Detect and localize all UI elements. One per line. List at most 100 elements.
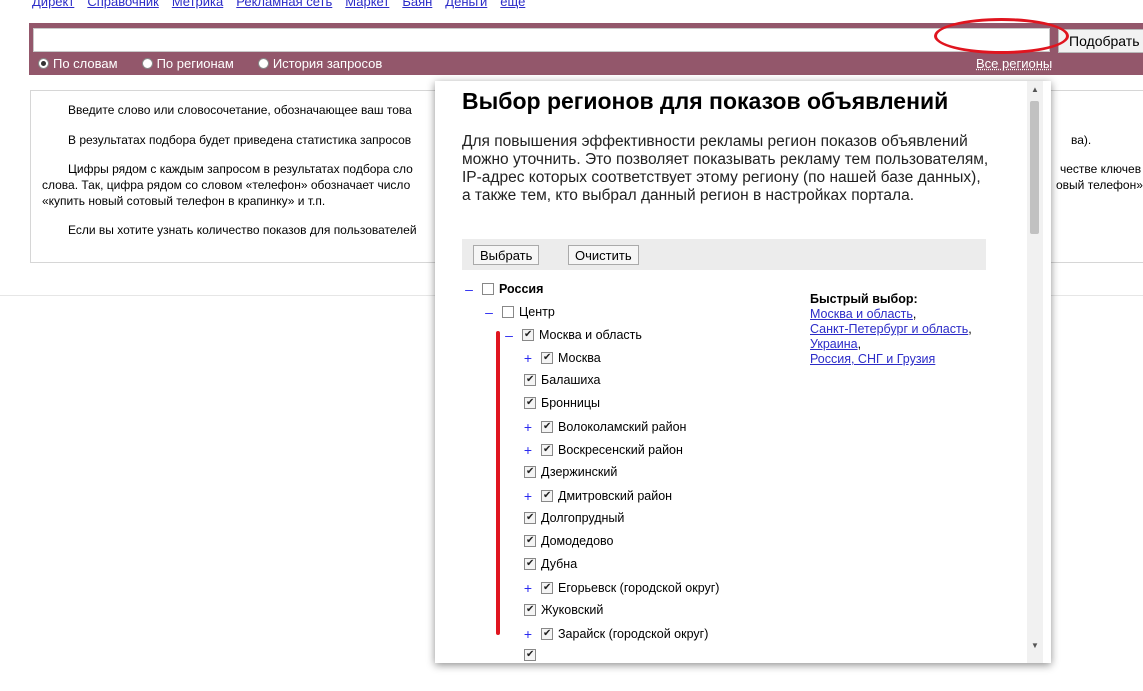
- modal-scrollbar[interactable]: ▲ ▼: [1027, 81, 1043, 663]
- search-input[interactable]: [33, 28, 1050, 52]
- region-checkbox[interactable]: [541, 490, 553, 502]
- region-label: Москва: [558, 351, 601, 365]
- intro-text: В результатах подбора будет приведена ст…: [68, 133, 412, 147]
- submit-button[interactable]: Подобрать: [1058, 29, 1143, 53]
- tree-node: Бронницы: [524, 396, 600, 410]
- region-label: Москва и область: [539, 328, 642, 342]
- region-checkbox[interactable]: [482, 283, 494, 295]
- tree-node: – Москва и область: [502, 327, 642, 343]
- region-label: Балашиха: [541, 373, 601, 387]
- modal-description: Для повышения эффективности рекламы реги…: [462, 133, 989, 204]
- nav-link[interactable]: Маркет: [345, 0, 389, 9]
- expand-icon[interactable]: +: [521, 442, 535, 458]
- quick-link-spb[interactable]: Санкт-Петербург и область: [810, 322, 968, 336]
- scroll-up-arrow-icon[interactable]: ▲: [1027, 85, 1043, 94]
- all-regions-link[interactable]: Все регионы: [976, 56, 1052, 71]
- region-checkbox[interactable]: [524, 374, 536, 386]
- highlight-bar: [496, 331, 500, 635]
- region-checkbox[interactable]: [524, 558, 536, 570]
- tree-node: Домодедово: [524, 534, 614, 548]
- tree-node: Дзержинский: [524, 465, 617, 479]
- radio-icon[interactable]: [38, 58, 49, 69]
- intro-text: честве ключев: [1060, 162, 1142, 176]
- tree-node: – Центр: [482, 304, 555, 320]
- region-label: Зарайск (городской округ): [558, 627, 709, 641]
- region-checkbox[interactable]: [541, 582, 553, 594]
- tree-node: + Воскресенский район: [521, 442, 683, 458]
- intro-text: Цифры рядом с каждым запросом в результа…: [68, 162, 413, 176]
- radio-icon[interactable]: [257, 58, 269, 69]
- quick-link-russia-cis[interactable]: Россия, СНГ и Грузия: [810, 352, 935, 366]
- tree-node: + Зарайск (городской округ): [521, 626, 708, 642]
- region-checkbox[interactable]: [541, 352, 553, 364]
- collapse-icon[interactable]: –: [502, 327, 516, 343]
- region-checkbox[interactable]: [541, 444, 553, 456]
- radio-icon[interactable]: [141, 58, 153, 69]
- nav-link[interactable]: Деньги: [445, 0, 487, 9]
- intro-text: Если вы хотите узнать количество показов…: [68, 223, 417, 237]
- tree-node: Дубна: [524, 557, 577, 571]
- tree-node: Долгопрудный: [524, 511, 624, 525]
- region-checkbox[interactable]: [524, 512, 536, 524]
- highlight-ellipse: [934, 18, 1069, 54]
- tree-node: + Егорьевск (городской округ): [521, 580, 720, 596]
- modal-toolbar: Выбрать Очистить: [462, 239, 986, 270]
- region-checkbox[interactable]: [524, 649, 536, 661]
- search-mode-radio[interactable]: История запросов: [257, 56, 382, 71]
- region-checkbox[interactable]: [524, 535, 536, 547]
- expand-icon[interactable]: +: [521, 580, 535, 596]
- region-checkbox[interactable]: [541, 421, 553, 433]
- region-checkbox[interactable]: [541, 628, 553, 640]
- tree-node: + Дмитровский район: [521, 488, 672, 504]
- region-label: Егорьевск (городской округ): [558, 581, 720, 595]
- collapse-icon[interactable]: –: [482, 304, 496, 320]
- intro-text: слова. Так, цифра рядом со словом «телеф…: [42, 178, 411, 192]
- expand-icon[interactable]: +: [521, 350, 535, 366]
- modal-title: Выбор регионов для показов объявлений: [462, 88, 949, 114]
- expand-icon[interactable]: +: [521, 488, 535, 504]
- regions-modal: Выбор регионов для показов объявлений Дл…: [435, 81, 1051, 663]
- intro-text: овый телефон»,: [1056, 178, 1143, 192]
- region-label: Дзержинский: [541, 465, 618, 479]
- region-checkbox[interactable]: [524, 466, 536, 478]
- region-checkbox[interactable]: [524, 604, 536, 616]
- quick-link-ukraine[interactable]: Украина: [810, 337, 858, 351]
- tree-node: + Волоколамский район: [521, 419, 687, 435]
- radio-label: По регионам: [156, 56, 234, 71]
- region-label: Долгопрудный: [541, 511, 625, 525]
- region-label: Воскресенский район: [558, 443, 683, 457]
- scroll-thumb[interactable]: [1030, 101, 1039, 234]
- region-checkbox[interactable]: [524, 397, 536, 409]
- region-checkbox[interactable]: [502, 306, 514, 318]
- search-mode-radios: По словам По регионам История запросов: [38, 56, 382, 71]
- tree-node: Жуковский: [524, 603, 603, 617]
- intro-text: «купить новый сотовый телефон в крапинку…: [42, 194, 326, 208]
- search-mode-radio[interactable]: По словам: [38, 56, 118, 71]
- region-checkbox[interactable]: [522, 329, 534, 341]
- expand-icon[interactable]: +: [521, 419, 535, 435]
- clear-button[interactable]: Очистить: [568, 245, 639, 265]
- scroll-down-arrow-icon[interactable]: ▼: [1027, 641, 1043, 650]
- expand-icon[interactable]: +: [521, 626, 535, 642]
- top-nav: Директ Справочник Метрика Рекламная сеть Мар…: [32, 0, 538, 10]
- quick-select-title: Быстрый выбор:: [810, 292, 918, 306]
- intro-text: ва).: [1071, 133, 1092, 147]
- collapse-icon[interactable]: –: [462, 281, 476, 297]
- nav-link[interactable]: Справочник: [87, 0, 159, 9]
- nav-link[interactable]: Метрика: [172, 0, 223, 9]
- quick-link-moscow[interactable]: Москва и область: [810, 307, 913, 321]
- tree-node: + Москва: [521, 350, 601, 366]
- region-label: Дубна: [541, 557, 578, 571]
- nav-link[interactable]: Рекламная сеть: [236, 0, 332, 9]
- nav-link[interactable]: Баян: [402, 0, 432, 9]
- select-button[interactable]: Выбрать: [473, 245, 540, 265]
- quick-select: Быстрый выбор: Москва и область, Санкт-П…: [810, 292, 972, 366]
- nav-link[interactable]: еще: [500, 0, 525, 9]
- tree-node: [524, 649, 541, 661]
- region-label: Бронницы: [541, 396, 601, 410]
- search-mode-radio[interactable]: По регионам: [141, 56, 234, 71]
- nav-link[interactable]: Директ: [32, 0, 74, 9]
- region-label: Домодедово: [541, 534, 614, 548]
- region-label: Россия: [499, 282, 544, 296]
- tree-node: – Россия: [462, 281, 543, 297]
